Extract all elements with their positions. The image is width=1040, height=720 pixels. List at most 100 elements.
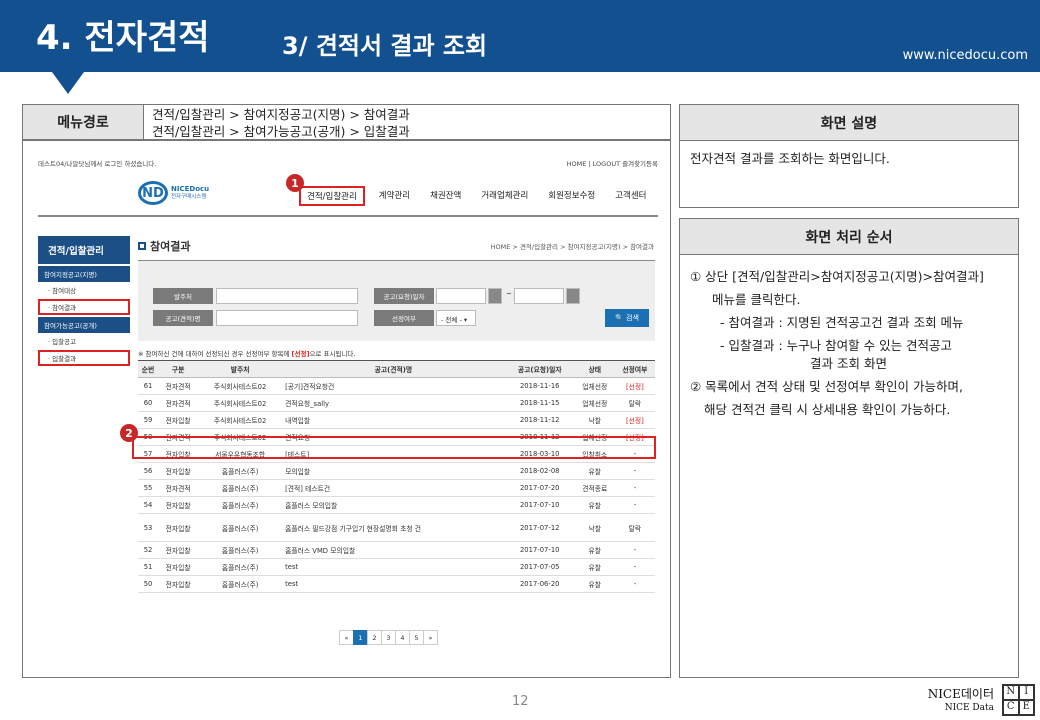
table-row[interactable]: 53 전자입찰 홈플러스(주) 홈플러스 필드강점 기구입기 현장설명회 초청 건 20… (138, 513, 655, 542)
table-cell: 2017-07-05 (504, 558, 575, 576)
table-cell: 61 (138, 377, 159, 395)
table-cell[interactable]: test (282, 575, 505, 593)
table-cell[interactable]: 홈플러스 필드강점 기구입기 현장설명회 초청 건 (282, 513, 505, 542)
step1: ① 상단 [견적/입찰관리>참여지정공고(지명)>참여결과] (690, 269, 984, 284)
name-label: 공고(견적)명 (153, 310, 213, 326)
column-header: 선정여부 (614, 360, 655, 378)
square-icon (138, 242, 146, 250)
table-cell: 홈플러스(주) (198, 575, 283, 593)
table-row[interactable]: 50 전자입찰 홈플러스(주) test 2017-06-20 유찰 - (138, 575, 655, 593)
side-item-targets[interactable]: · 참여대상 (38, 282, 130, 298)
nav-divider (38, 215, 658, 217)
table-cell[interactable]: 홈플러스 VMD 모의입찰 (282, 541, 505, 559)
column-header: 구분 (158, 360, 199, 378)
page-link[interactable]: 4 (395, 630, 410, 645)
table-cell: 전자입찰 (158, 496, 199, 514)
column-header: 상태 (574, 360, 615, 378)
calendar-icon[interactable] (566, 288, 580, 304)
page-link[interactable]: 1 (353, 630, 368, 645)
orderer-input[interactable] (216, 288, 358, 304)
table-cell[interactable]: [견적] 테스트건 (282, 479, 505, 497)
logo-mark: ND (138, 181, 168, 205)
section-title: 4. 전자견적 (36, 18, 210, 58)
inner-breadcrumb: HOME > 견적/입찰관리 > 참여지정공고(지명) > 참여결과 (490, 243, 654, 251)
nav-contract[interactable]: 계약관리 (377, 186, 412, 206)
table-cell: 전자입찰 (158, 541, 199, 559)
table-row[interactable]: 52 전자입찰 홈플러스(주) 홈플러스 VMD 모의입찰 2017-07-10 유찰 - (138, 541, 655, 559)
table-row[interactable]: 54 전자입찰 홈플러스(주) 홈플러스 모의입찰 2017-07-10 유찰 - (138, 496, 655, 514)
description-title: 화면 설명 (680, 105, 1018, 141)
nav-bid-manage[interactable]: 견적/입찰관리 (299, 186, 365, 206)
side-item-bid-notice[interactable]: · 입찰공고 (38, 333, 130, 349)
date-to-input[interactable] (514, 288, 564, 304)
nav-balance[interactable]: 채권잔액 (428, 186, 463, 206)
table-cell: 56 (138, 462, 159, 480)
nicedocu-logo[interactable]: ND NICEDocu 전자구매시스템 (138, 181, 209, 205)
nav-support[interactable]: 고객센터 (613, 186, 648, 206)
side-group-open[interactable]: 참여가능공고(공개) (38, 317, 130, 333)
side-menu-title: 견적/입찰관리 (38, 236, 130, 264)
calendar-icon[interactable] (488, 288, 502, 304)
table-cell[interactable]: 홈플러스 모의입찰 (282, 496, 505, 514)
table-cell: 2018-11-15 (504, 394, 575, 412)
table-cell: 전자견적 (158, 394, 199, 412)
table-cell: 전자입찰 (158, 513, 199, 542)
process-panel: 화면 처리 순서 ① 상단 [견적/입찰관리>참여지정공고(지명)>참여결과] … (679, 218, 1019, 678)
table-cell: 2018-02-08 (504, 462, 575, 480)
table-cell[interactable]: test (282, 558, 505, 576)
table-cell: 홈플러스(주) (198, 558, 283, 576)
name-input[interactable] (216, 310, 358, 326)
side-group-designated[interactable]: 참여지정공고(지명) (38, 266, 130, 282)
table-cell: 53 (138, 513, 159, 542)
site-url: www.nicedocu.com (902, 48, 1028, 63)
table-row[interactable]: 61 전자견적 주식회사테스트02 [공기]견적요청건 2018-11-16 업체선정 [선… (138, 377, 655, 395)
table-row[interactable]: 59 전자입찰 주식회사테스트02 내역입찰 2018-11-12 낙찰 [선정] (138, 411, 655, 429)
result-table: 순번 구분 발주처 공고(견적)명 공고(요청)일자 상태 선정여부 61 전자견적 주식회사테… (138, 360, 655, 593)
table-cell: 주식회사테스트02 (198, 377, 283, 395)
date-from-input[interactable] (436, 288, 486, 304)
menu-path-label: 메뉴경로 (22, 104, 144, 140)
table-cell[interactable]: 내역입찰 (282, 411, 505, 429)
title-pointer (52, 72, 84, 94)
table-cell[interactable]: 견적요청_sally (282, 394, 505, 412)
date-separator: ~ (506, 290, 512, 298)
table-cell: 홈플러스(주) (198, 462, 283, 480)
table-cell: - (614, 575, 655, 593)
nav-member[interactable]: 회원정보수정 (546, 186, 597, 206)
page-link[interactable]: 2 (367, 630, 382, 645)
side-item-participation-result[interactable]: · 참여결과 (38, 299, 130, 315)
page-link[interactable]: 5 (409, 630, 424, 645)
table-cell[interactable]: 모의입찰 (282, 462, 505, 480)
date-label: 공고(요청)일자 (374, 288, 434, 304)
table-cell: 60 (138, 394, 159, 412)
page-link[interactable]: 3 (381, 630, 396, 645)
table-cell: 51 (138, 558, 159, 576)
nav-vendor[interactable]: 거래업체관리 (479, 186, 530, 206)
table-cell: 탈락 (614, 513, 655, 542)
table-cell[interactable]: [공기]견적요청건 (282, 377, 505, 395)
table-cell: 전자입찰 (158, 575, 199, 593)
menu-path: 견적/입찰관리 > 참여지정공고(지명) > 참여결과 견적/입찰관리 > 참여… (144, 104, 671, 140)
page-link[interactable]: » (423, 630, 438, 645)
table-cell: [선정] (614, 411, 655, 429)
main-nav: 견적/입찰관리 계약관리 채권잔액 거래업체관리 회원정보수정 고객센터 (299, 186, 664, 206)
inner-page-title: 참여결과 (138, 238, 190, 254)
table-cell: 2017-07-10 (504, 496, 575, 514)
table-cell: 50 (138, 575, 159, 593)
selection-select[interactable]: - 전체 - ▾ (436, 310, 476, 326)
table-cell: - (614, 462, 655, 480)
page-link[interactable]: « (339, 630, 354, 645)
top-links[interactable]: HOME | LOGOUT 즐겨찾기등록 (567, 158, 658, 168)
table-cell: 홈플러스(주) (198, 541, 283, 559)
table-row[interactable]: 60 전자견적 주식회사테스트02 견적요청_sally 2018-11-15 업체선정 탈… (138, 394, 655, 412)
side-item-bid-result[interactable]: · 입찰결과 (38, 350, 130, 366)
table-row[interactable]: 56 전자입찰 홈플러스(주) 모의입찰 2018-02-08 유찰 - (138, 462, 655, 480)
title-bar: 4. 전자견적 3/ 견적서 결과 조회 www.nicedocu.com (0, 0, 1040, 72)
search-button[interactable]: 🔍 검색 (605, 309, 649, 327)
table-cell: 54 (138, 496, 159, 514)
table-cell: 유찰 (574, 558, 615, 576)
step2: ② 목록에서 견적 상태 및 선정여부 확인이 가능하며, (690, 379, 963, 394)
table-row[interactable]: 55 전자견적 홈플러스(주) [견적] 테스트건 2017-07-20 견적종료 - (138, 479, 655, 497)
table-row[interactable]: 51 전자입찰 홈플러스(주) test 2017-07-05 유찰 - (138, 558, 655, 576)
step2-b: 해당 견적건 클릭 시 상세내용 확인이 가능하다. (704, 402, 951, 417)
